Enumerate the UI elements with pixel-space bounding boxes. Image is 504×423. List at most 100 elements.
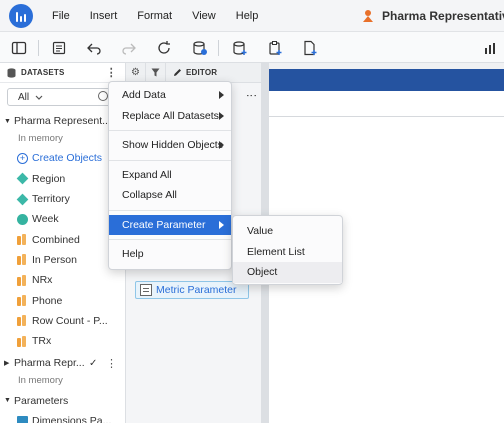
object-label: Phone	[32, 294, 63, 307]
create-objects-link[interactable]: + Create Objects	[0, 148, 125, 168]
object-label: Dimensions Pa...	[32, 415, 112, 423]
database-icon	[7, 67, 16, 78]
search-icon[interactable]	[98, 91, 108, 101]
list-item[interactable]: Week	[0, 209, 125, 229]
object-label: Region	[32, 172, 66, 185]
panel-toggle-icon[interactable]	[9, 38, 29, 58]
menu-format[interactable]: Format	[127, 0, 182, 32]
list-item[interactable]: Combined	[0, 229, 125, 249]
filter-icon[interactable]	[146, 62, 166, 83]
app-logo-icon[interactable]	[9, 3, 33, 28]
menu-item-collapse-all[interactable]: Collapse All	[109, 185, 231, 206]
object-label: NRx	[32, 274, 53, 287]
redo-icon[interactable]	[119, 38, 139, 58]
menu-item-help[interactable]: Help	[109, 244, 231, 265]
menu-item-create-parameter[interactable]: Create Parameter	[109, 214, 231, 235]
dataset-name: Pharma Represent...	[14, 115, 111, 128]
data-source-icon[interactable]	[190, 38, 210, 58]
menu-item-expand-all[interactable]: Expand All	[109, 165, 231, 186]
list-item[interactable]: Dimensions Pa...	[0, 411, 125, 423]
refresh-icon[interactable]	[154, 38, 174, 58]
editor-tabs: ⚙ EDITOR	[126, 62, 261, 83]
attribute-icon	[16, 172, 29, 185]
metric-parameter-label: Metric Parameter	[156, 284, 237, 296]
object-label: TRx	[32, 335, 52, 348]
caret-down-icon[interactable]: ▼	[4, 118, 14, 125]
list-item[interactable]: TRx	[0, 331, 125, 351]
menu-divider	[109, 130, 231, 131]
menu-item-label: Help	[122, 248, 144, 261]
list-item[interactable]: Row Count - P...	[0, 311, 125, 331]
paste-icon[interactable]	[265, 38, 285, 58]
dataset-mode: In memory	[18, 132, 63, 144]
list-item[interactable]: Region	[0, 169, 125, 189]
submenu-item-element-list[interactable]: Element List	[233, 242, 342, 263]
submenu-arrow-icon	[219, 91, 224, 99]
menu-view[interactable]: View	[182, 0, 226, 32]
menu-item-show-hidden-objects[interactable]: Show Hidden Objects	[109, 135, 231, 156]
dossier-icon	[363, 10, 373, 22]
metric-icon	[17, 274, 28, 286]
document-title-text: Pharma Representatives I	[382, 9, 504, 23]
dataset-filter-select[interactable]: All	[7, 88, 122, 106]
more-options-icon[interactable]: ⋮	[106, 357, 117, 370]
menu-item-replace-all-datasets[interactable]: Replace All Datasets	[109, 106, 231, 127]
menu-help[interactable]: Help	[226, 0, 269, 32]
object-label: Row Count - P...	[32, 314, 108, 327]
menu-divider	[109, 159, 231, 161]
menu-insert[interactable]: Insert	[80, 0, 128, 32]
submenu-arrow-icon	[219, 220, 224, 229]
submenu-arrow-icon	[219, 141, 224, 149]
object-label: Territory	[32, 193, 70, 206]
menu-item-label: Replace All Datasets	[122, 109, 219, 122]
add-dataset-icon[interactable]	[230, 38, 250, 58]
menu-file[interactable]: File	[42, 0, 80, 32]
undo-icon[interactable]	[84, 38, 104, 58]
menu-item-label: Create Parameter	[122, 218, 206, 231]
divider	[269, 116, 504, 117]
chevron-down-icon	[35, 95, 43, 100]
metric-icon	[17, 234, 28, 246]
check-icon: ✓	[89, 357, 98, 369]
parameters-label: Parameters	[14, 394, 69, 407]
tab-editor[interactable]: EDITOR	[182, 68, 217, 77]
submenu-item-value[interactable]: Value	[233, 221, 342, 242]
create-objects-label: Create Objects	[32, 152, 103, 165]
list-item[interactable]: In Person	[0, 250, 125, 270]
list-item[interactable]: NRx	[0, 270, 125, 290]
canvas-header-bar	[269, 69, 504, 91]
menu-item-label: Add Data	[122, 89, 166, 102]
new-page-icon[interactable]	[300, 38, 320, 58]
menu-divider	[109, 239, 231, 240]
parameters-row[interactable]: ▼ Parameters	[0, 391, 125, 411]
caret-right-icon[interactable]: ▶	[4, 359, 14, 367]
context-menu: Add Data Replace All Datasets Show Hidde…	[108, 81, 232, 270]
add-circle-icon: +	[17, 152, 28, 164]
menu-item-label: Expand All	[122, 168, 172, 181]
more-options-icon[interactable]: ⋮	[106, 66, 117, 79]
time-attribute-icon	[17, 213, 28, 225]
list-item[interactable]: Territory	[0, 189, 125, 209]
dataset-row[interactable]: ▶ Pharma Repr... ✓ ⋮	[0, 353, 125, 373]
parameter-icon	[17, 415, 28, 423]
submenu-item-object[interactable]: Object	[233, 262, 342, 283]
gear-icon[interactable]: ⚙	[126, 62, 146, 83]
menu-item-add-data[interactable]: Add Data	[109, 85, 231, 106]
metric-parameter-item[interactable]: Metric Parameter	[135, 281, 249, 299]
dataset-mode: In memory	[18, 375, 63, 387]
parameter-icon	[140, 284, 152, 296]
pencil-icon	[174, 69, 181, 76]
caret-down-icon[interactable]: ▼	[4, 397, 14, 404]
toolbar-divider	[38, 40, 39, 56]
dataset-row[interactable]: ▼ Pharma Represent...	[0, 111, 125, 131]
menu-bar: File Insert Format View Help Pharma Repr…	[0, 0, 504, 32]
more-options-icon[interactable]: ⋮	[245, 90, 258, 101]
document-title: Pharma Representatives I	[362, 0, 504, 32]
table-of-contents-icon[interactable]	[49, 38, 69, 58]
list-item[interactable]: Phone	[0, 290, 125, 310]
chart-icon[interactable]	[480, 38, 500, 58]
metric-icon	[17, 254, 28, 266]
filter-value: All	[18, 91, 30, 103]
submenu-arrow-icon	[219, 111, 224, 120]
attribute-icon	[16, 193, 29, 205]
